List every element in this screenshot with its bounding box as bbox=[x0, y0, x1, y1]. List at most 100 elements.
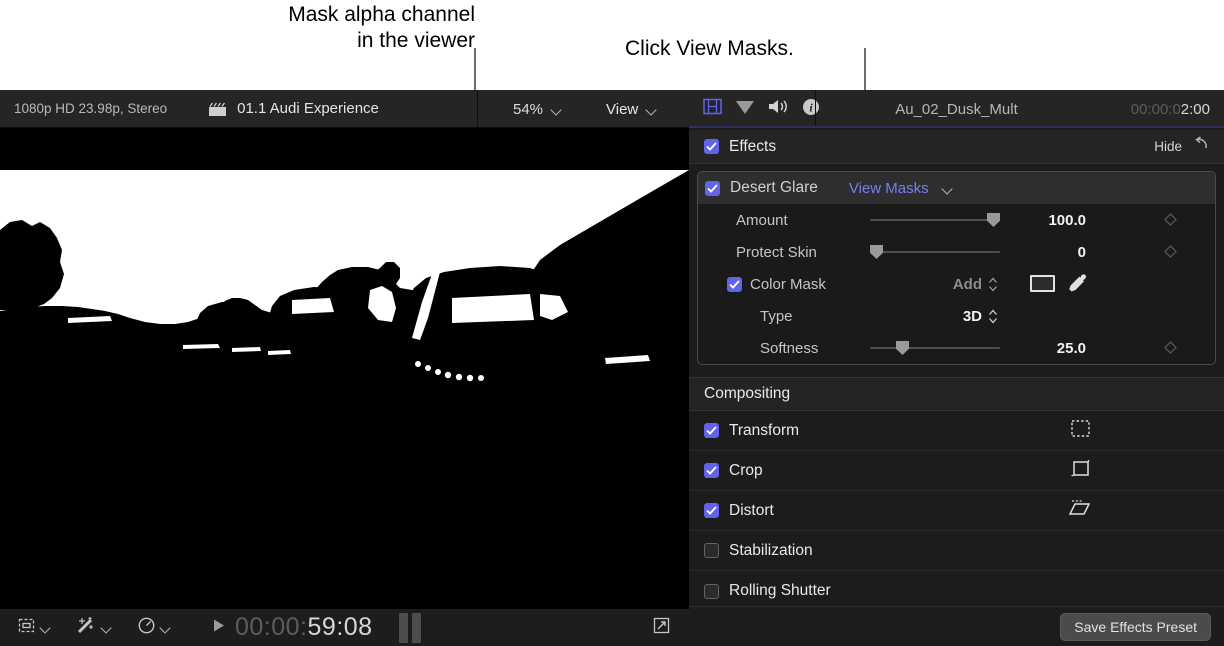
distort-checkbox[interactable] bbox=[704, 503, 719, 518]
softness-slider[interactable] bbox=[870, 339, 1000, 357]
slider-track bbox=[870, 347, 1000, 349]
effects-section-header: Effects Hide bbox=[689, 130, 1224, 164]
slider-knob[interactable] bbox=[896, 341, 909, 355]
list-row-distort[interactable]: Distort bbox=[689, 491, 1224, 531]
param-value-softness[interactable]: 25.0 bbox=[1008, 340, 1086, 357]
video-triangle-icon[interactable] bbox=[735, 99, 755, 120]
audio-speaker-icon[interactable] bbox=[768, 98, 789, 120]
effect-enable-checkbox[interactable] bbox=[705, 181, 720, 196]
rolling-shutter-checkbox[interactable] bbox=[704, 584, 719, 599]
list-row-label: Stabilization bbox=[729, 542, 813, 560]
inspector-timecode-dim: 00:00:0 bbox=[1131, 101, 1181, 118]
color-mask-mode-value[interactable]: Add bbox=[920, 276, 982, 293]
chevron-down-icon bbox=[161, 624, 172, 631]
list-row-transform[interactable]: Transform bbox=[689, 411, 1224, 451]
chevron-down-icon bbox=[647, 106, 658, 113]
keyframe-diamond-icon[interactable] bbox=[1164, 341, 1177, 359]
param-value-protect-skin[interactable]: 0 bbox=[1008, 244, 1086, 261]
amount-slider[interactable] bbox=[870, 211, 1000, 229]
clapperboard-icon bbox=[207, 101, 227, 117]
list-row-distort-wrap: Distort bbox=[689, 491, 1224, 531]
list-row-crop[interactable]: Crop bbox=[689, 451, 1224, 491]
slider-knob[interactable] bbox=[870, 245, 883, 259]
param-row-type: Type 3D bbox=[698, 300, 1215, 332]
list-row-label: Transform bbox=[729, 422, 799, 440]
list-row-rolling-shutter-wrap: Rolling Shutter bbox=[689, 571, 1224, 611]
slider-track bbox=[870, 219, 1000, 221]
viewer-stage[interactable] bbox=[0, 128, 689, 608]
param-value-amount[interactable]: 100.0 bbox=[1008, 212, 1086, 229]
scrubber-bar bbox=[412, 613, 421, 643]
zoom-level-menu[interactable]: 54% bbox=[513, 90, 563, 128]
effect-name-label: Desert Glare bbox=[730, 179, 818, 197]
stepper-updown-icon[interactable] bbox=[988, 309, 998, 329]
info-icon[interactable]: i bbox=[802, 98, 820, 121]
transform-tool-menu[interactable] bbox=[17, 616, 52, 640]
eyedropper-icon[interactable] bbox=[1066, 273, 1087, 299]
transform-checkbox[interactable] bbox=[704, 423, 719, 438]
compositing-section-title: Compositing bbox=[704, 385, 790, 403]
param-row-protect-skin: Protect Skin 0 bbox=[698, 236, 1215, 268]
transform-crop-icon bbox=[17, 616, 36, 640]
reset-arrow-icon[interactable] bbox=[1192, 136, 1210, 157]
viewer-project-name: 01.1 Audi Experience bbox=[237, 100, 379, 117]
param-label-protect-skin: Protect Skin bbox=[736, 244, 817, 261]
timecode-hours-minutes: 00:00: bbox=[235, 613, 308, 642]
effects-section-title: Effects bbox=[729, 138, 776, 156]
protect-skin-slider[interactable] bbox=[870, 243, 1000, 261]
chevron-down-icon[interactable] bbox=[943, 185, 954, 192]
color-mask-checkbox[interactable] bbox=[727, 277, 742, 292]
effect-desert-glare: Desert Glare View Masks Amount 100.0 bbox=[697, 171, 1216, 365]
param-label-type: Type bbox=[760, 308, 793, 325]
viewer-toolbar: 1080p HD 23.98p, Stereo 01.1 Audi Experi… bbox=[0, 90, 689, 128]
transform-handles-icon[interactable] bbox=[1070, 419, 1091, 443]
list-row-stabilization-wrap: Stabilization bbox=[689, 531, 1224, 571]
keyframe-diamond-icon[interactable] bbox=[1164, 245, 1177, 263]
view-menu-button[interactable]: View bbox=[606, 90, 658, 128]
list-row-rolling-shutter[interactable]: Rolling Shutter bbox=[689, 571, 1224, 611]
viewer-timecode[interactable]: 00:00: 59:08 bbox=[235, 613, 373, 642]
inspector-toolbar: i Au_02_Dusk_Mult 00:00:0 2:00 bbox=[689, 90, 1224, 128]
effects-enable-checkbox[interactable] bbox=[704, 139, 719, 154]
slider-track bbox=[870, 251, 1000, 253]
chevron-down-icon bbox=[552, 106, 563, 113]
enhance-tool-menu[interactable] bbox=[76, 616, 113, 640]
play-icon[interactable] bbox=[212, 618, 226, 638]
color-swatch-icon[interactable] bbox=[1030, 275, 1055, 292]
list-row-label: Crop bbox=[729, 462, 763, 480]
view-menu-label: View bbox=[606, 101, 638, 118]
expand-fullscreen-icon[interactable] bbox=[652, 616, 671, 640]
film-strip-icon[interactable] bbox=[703, 98, 722, 120]
chevron-down-icon bbox=[102, 624, 113, 631]
crop-corner-icon[interactable] bbox=[1070, 459, 1091, 483]
param-row-color-mask: Color Mask Add bbox=[698, 268, 1215, 300]
inspector-timecode[interactable]: 00:00:0 2:00 bbox=[1131, 90, 1210, 128]
toolbar-divider bbox=[477, 90, 478, 128]
view-masks-button[interactable]: View Masks bbox=[849, 180, 929, 197]
list-row-label: Distort bbox=[729, 502, 774, 520]
list-row-crop-wrap: Crop bbox=[689, 451, 1224, 491]
scrubber-handle[interactable] bbox=[399, 613, 421, 643]
save-effects-preset-button[interactable]: Save Effects Preset bbox=[1060, 613, 1211, 641]
retime-tool-menu[interactable] bbox=[137, 616, 172, 640]
effects-hide-button[interactable]: Hide bbox=[1154, 139, 1182, 154]
stabilization-checkbox[interactable] bbox=[704, 543, 719, 558]
zoom-level-value: 54% bbox=[513, 101, 543, 118]
inspector-timecode-bright: 2:00 bbox=[1181, 101, 1210, 118]
inspector-toolbar-divider bbox=[815, 90, 816, 128]
param-label-color-mask: Color Mask bbox=[750, 276, 826, 293]
type-popup-value[interactable]: 3D bbox=[920, 308, 982, 325]
param-label-softness: Softness bbox=[760, 340, 818, 357]
slider-knob[interactable] bbox=[987, 213, 1000, 227]
distort-parallelogram-icon[interactable] bbox=[1068, 499, 1091, 523]
param-row-amount: Amount 100.0 bbox=[698, 204, 1215, 236]
viewer-transport-bar: 00:00: 59:08 bbox=[0, 608, 689, 646]
inspector-content: Effects Hide bbox=[689, 130, 1224, 606]
stepper-updown-icon[interactable] bbox=[988, 277, 998, 297]
list-row-stabilization[interactable]: Stabilization bbox=[689, 531, 1224, 571]
crop-checkbox[interactable] bbox=[704, 463, 719, 478]
effect-header-row[interactable]: Desert Glare View Masks bbox=[698, 172, 1215, 204]
param-label-amount: Amount bbox=[736, 212, 788, 229]
keyframe-diamond-icon[interactable] bbox=[1164, 213, 1177, 231]
param-row-softness: Softness 25.0 bbox=[698, 332, 1215, 364]
